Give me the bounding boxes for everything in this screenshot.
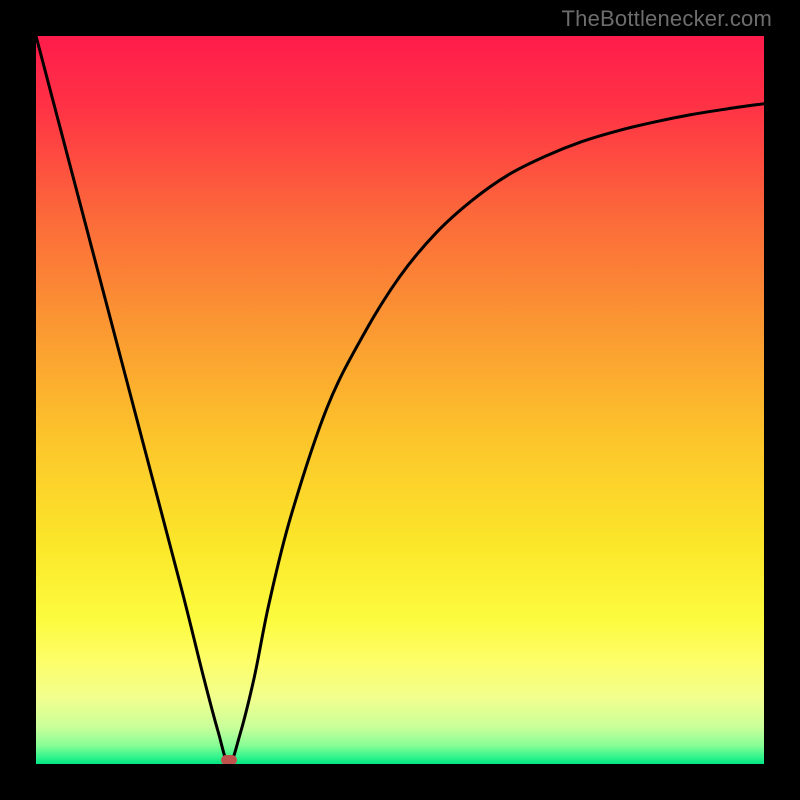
- bottleneck-curve: [36, 36, 764, 764]
- chart-container: TheBottlenecker.com: [0, 0, 800, 800]
- optimal-point-marker: [221, 755, 237, 764]
- plot-area: [36, 36, 764, 764]
- watermark-text: TheBottlenecker.com: [562, 6, 772, 32]
